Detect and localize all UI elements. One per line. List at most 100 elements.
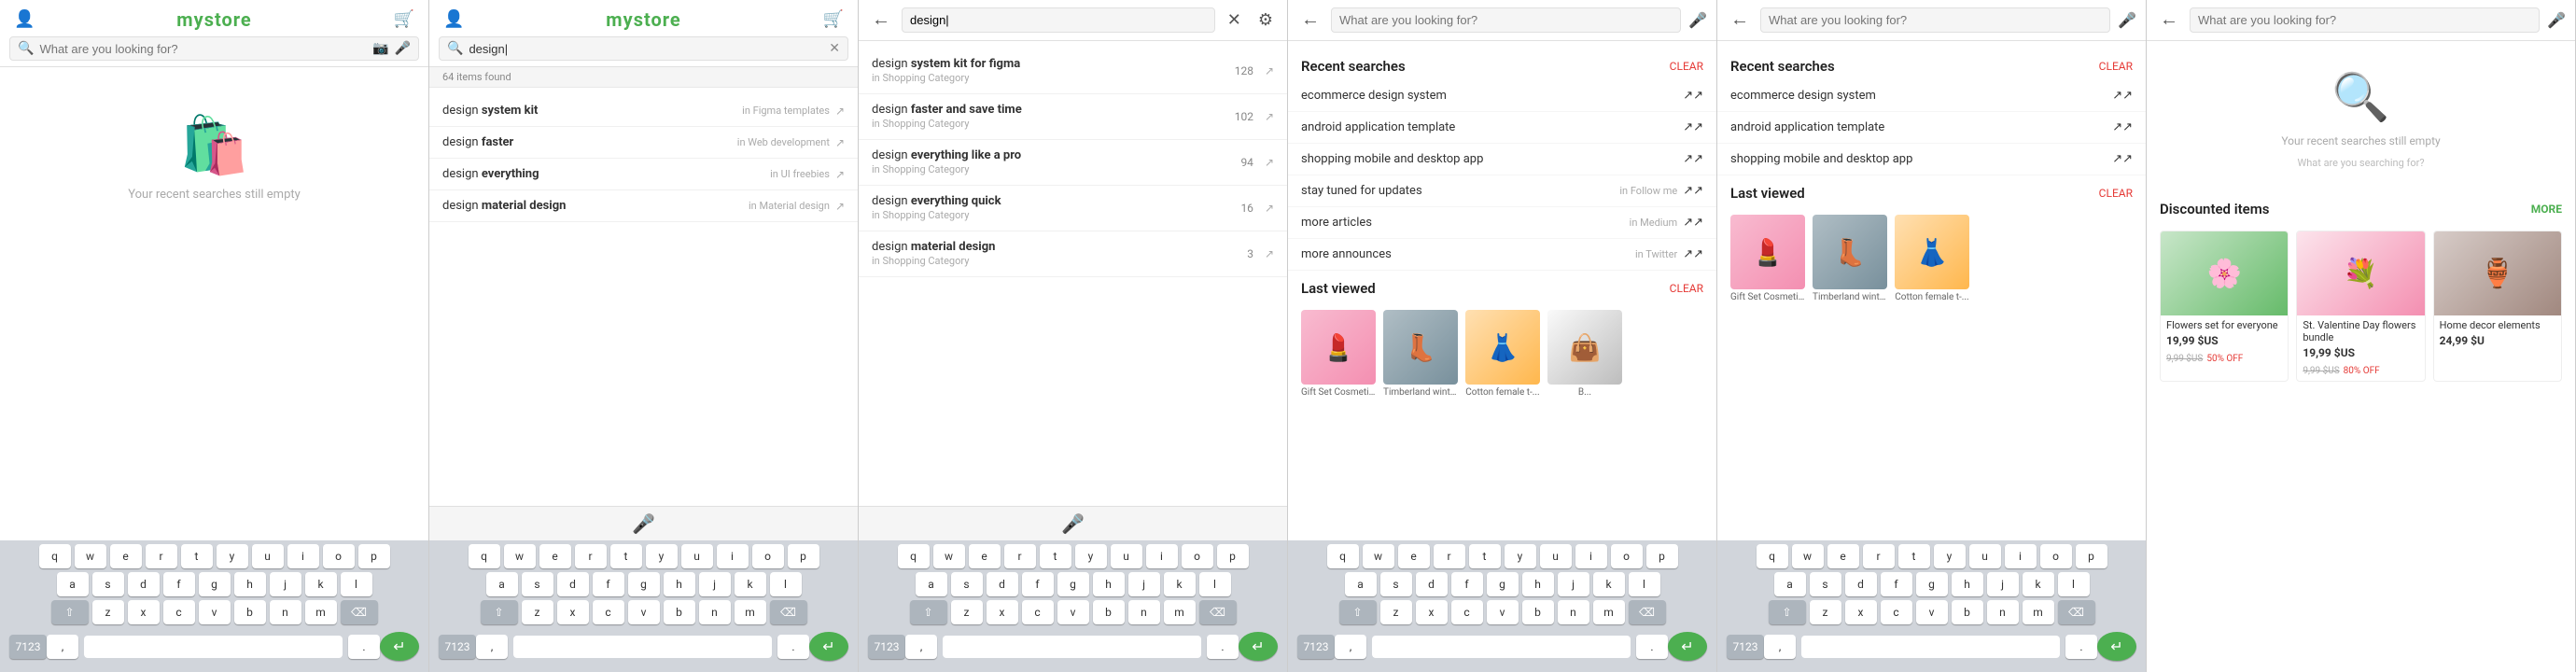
- key-b[interactable]: b: [234, 600, 266, 624]
- search-bar-2[interactable]: 🔍: [439, 36, 848, 61]
- key-c[interactable]: c: [163, 600, 195, 624]
- key-o2[interactable]: o: [752, 544, 784, 568]
- disc-item-1[interactable]: 🌸 Flowers set for everyone 19,99 $US 9,9…: [2160, 231, 2289, 382]
- key-g2[interactable]: g: [628, 572, 660, 596]
- key-l[interactable]: l: [341, 572, 372, 596]
- recent-item-4[interactable]: stay tuned for updatesin Follow me↗: [1288, 175, 1716, 207]
- recent-item-2[interactable]: android application template↗: [1288, 112, 1716, 144]
- recent-item-3[interactable]: shopping mobile and desktop app↗: [1288, 144, 1716, 175]
- key-y[interactable]: y: [217, 544, 248, 568]
- lv-item-1[interactable]: 💄Gift Set Cosmetics: [1301, 310, 1376, 398]
- suggestion-2[interactable]: design faster in Web development: [429, 127, 858, 159]
- disc-item-2[interactable]: 💐 St. Valentine Day flowers bundle 19,99…: [2296, 231, 2425, 382]
- key-r2[interactable]: r: [575, 544, 607, 568]
- auto-1[interactable]: design system kit for figmain Shopping C…: [859, 49, 1287, 94]
- key-dot2[interactable]: .: [777, 635, 809, 659]
- key-d2[interactable]: d: [557, 572, 589, 596]
- auto-2[interactable]: design faster and save timein Shopping C…: [859, 94, 1287, 140]
- key-n2[interactable]: n: [699, 600, 731, 624]
- mic-btn-6[interactable]: [2547, 11, 2566, 30]
- person-icon[interactable]: 👤: [9, 7, 39, 31]
- mic-bottom-3[interactable]: [1061, 512, 1085, 535]
- key-h[interactable]: h: [234, 572, 266, 596]
- search-bar-1[interactable]: 🔍: [9, 36, 419, 61]
- key-x2[interactable]: x: [557, 600, 589, 624]
- search-input-5[interactable]: [1760, 7, 2110, 33]
- disc-item-3[interactable]: 🏺 Home decor elements 24,99 $U: [2433, 231, 2562, 382]
- key-c2[interactable]: c: [593, 600, 624, 624]
- key-q2[interactable]: q: [469, 544, 500, 568]
- key-l2[interactable]: l: [770, 572, 802, 596]
- key-comma2[interactable]: ,: [476, 635, 508, 659]
- key-shift[interactable]: ⇧: [51, 600, 89, 624]
- mic-btn-5[interactable]: [2118, 11, 2136, 30]
- key-t2[interactable]: t: [610, 544, 642, 568]
- recent-item-5-2[interactable]: android application template↗: [1717, 112, 2146, 144]
- key-n[interactable]: n: [270, 600, 301, 624]
- search-input-2[interactable]: [469, 42, 823, 56]
- key-f2[interactable]: f: [593, 572, 624, 596]
- key-w2[interactable]: w: [504, 544, 536, 568]
- lv5-item-2[interactable]: 👢Timberland winte...: [1813, 215, 1887, 302]
- key-t[interactable]: t: [181, 544, 213, 568]
- key-enter-1[interactable]: ↵: [380, 632, 419, 661]
- mic-icon-1[interactable]: [395, 41, 411, 56]
- lv-item-4[interactable]: 👜B...: [1547, 310, 1622, 398]
- key-q[interactable]: q: [39, 544, 71, 568]
- key-m[interactable]: m: [305, 600, 337, 624]
- suggestion-1[interactable]: design system kit in Figma templates: [429, 95, 858, 127]
- clear-icon-2[interactable]: [829, 41, 840, 56]
- key-shift2[interactable]: ⇧: [481, 600, 518, 624]
- suggestion-4[interactable]: design material design in Material desig…: [429, 190, 858, 222]
- back-button-3[interactable]: ←: [868, 9, 894, 31]
- lv5-item-3[interactable]: 👗Cotton female t-...: [1895, 215, 1969, 302]
- key-h2[interactable]: h: [664, 572, 695, 596]
- lv5-item-1[interactable]: 💄Gift Set Cosmetics: [1730, 215, 1805, 302]
- key-i[interactable]: i: [287, 544, 319, 568]
- key-dot-1[interactable]: .: [348, 635, 380, 659]
- recent-item-1[interactable]: ecommerce design system↗: [1288, 80, 1716, 112]
- key-p[interactable]: p: [358, 544, 390, 568]
- back-button-5[interactable]: ←: [1727, 9, 1753, 31]
- key-z2[interactable]: z: [522, 600, 553, 624]
- key-p2[interactable]: p: [788, 544, 819, 568]
- mic-bottom-2[interactable]: [632, 512, 655, 535]
- back-button-4[interactable]: ←: [1297, 9, 1323, 31]
- key-m2[interactable]: m: [735, 600, 766, 624]
- key-x[interactable]: x: [128, 600, 160, 624]
- key-a2[interactable]: a: [486, 572, 518, 596]
- recent-clear-5[interactable]: CLEAR: [2099, 60, 2133, 73]
- suggestion-3[interactable]: design everything in UI freebies: [429, 159, 858, 190]
- key-numbers[interactable]: 7123: [9, 635, 47, 659]
- key-comma[interactable]: ,: [47, 635, 78, 659]
- lastviewed-clear-5[interactable]: CLEAR: [2099, 187, 2133, 200]
- cart-icon-1[interactable]: 🛒: [389, 7, 419, 31]
- recent-item-5-1[interactable]: ecommerce design system↗: [1717, 80, 2146, 112]
- auto-5[interactable]: design material designin Shopping Catego…: [859, 231, 1287, 277]
- bottom-input-1[interactable]: [84, 636, 343, 658]
- recent-clear-4[interactable]: CLEAR: [1670, 60, 1703, 73]
- key-k[interactable]: k: [305, 572, 337, 596]
- key-r[interactable]: r: [146, 544, 177, 568]
- key-k2[interactable]: k: [735, 572, 766, 596]
- key-d[interactable]: d: [128, 572, 160, 596]
- cart-icon-2[interactable]: 🛒: [819, 7, 848, 31]
- key-v[interactable]: v: [199, 600, 231, 624]
- discounted-more-6[interactable]: MORE: [2531, 203, 2562, 216]
- key-v2[interactable]: v: [628, 600, 660, 624]
- key-num2[interactable]: 7123: [439, 635, 476, 659]
- key-a[interactable]: a: [57, 572, 89, 596]
- key-o[interactable]: o: [323, 544, 355, 568]
- key-b2[interactable]: b: [664, 600, 695, 624]
- recent-item-5-3[interactable]: shopping mobile and desktop app↗: [1717, 144, 2146, 175]
- clear-btn-3[interactable]: [1223, 8, 1246, 32]
- mic-btn-4[interactable]: [1688, 11, 1707, 30]
- back-button-6[interactable]: ←: [2156, 9, 2182, 31]
- search-input-4[interactable]: [1331, 7, 1681, 33]
- key-e2[interactable]: e: [539, 544, 571, 568]
- key-j[interactable]: j: [270, 572, 301, 596]
- key-u2[interactable]: u: [681, 544, 713, 568]
- key-y2[interactable]: y: [646, 544, 678, 568]
- key-backspace[interactable]: ⌫: [341, 600, 378, 624]
- key-u[interactable]: u: [252, 544, 284, 568]
